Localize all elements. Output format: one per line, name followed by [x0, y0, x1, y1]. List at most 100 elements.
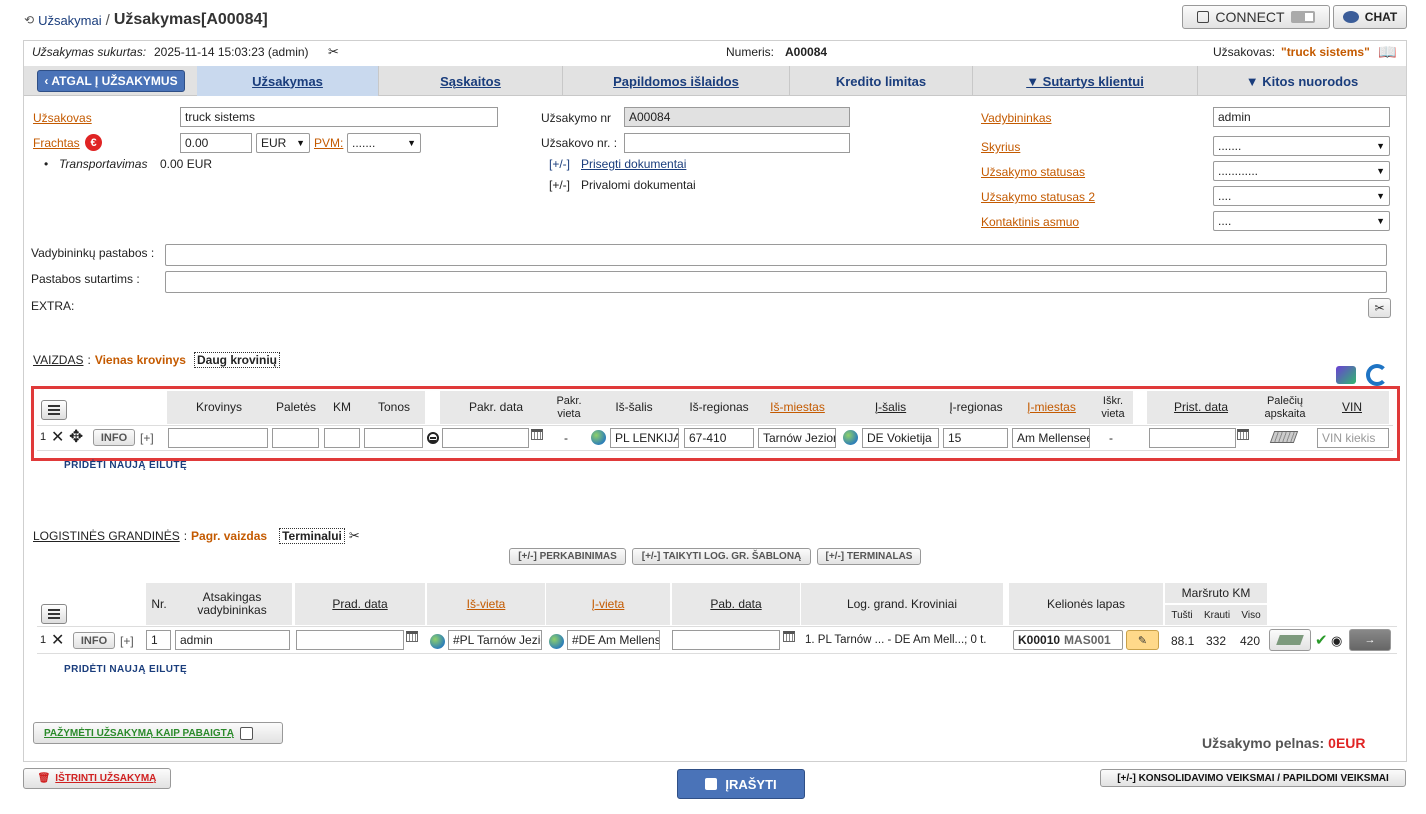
swirl-icon[interactable]: [1366, 364, 1388, 386]
load-date-input[interactable]: [442, 428, 529, 448]
tab-other-links[interactable]: ▼ Kitos nuorodos: [1198, 66, 1406, 96]
edit-trip-button[interactable]: ✎: [1126, 630, 1159, 650]
nr-input[interactable]: 1: [146, 630, 171, 650]
tab-invoices[interactable]: Sąskaitos: [379, 66, 563, 96]
row-info-button[interactable]: INFO: [73, 632, 115, 649]
apply-template-button[interactable]: [+/-] TAIKYTI LOG. GR. ŠABLONĄ: [632, 548, 811, 565]
status-label[interactable]: Užsakymo statusas: [981, 165, 1085, 179]
extra-tools-button[interactable]: ✂: [1368, 298, 1391, 318]
open-arrow-button[interactable]: →: [1349, 629, 1391, 651]
from-country-input[interactable]: PL LENKIJA: [610, 428, 679, 448]
cargo-menu-button[interactable]: [41, 400, 67, 420]
col-to-country[interactable]: Į-šalis: [839, 391, 942, 424]
truck-button[interactable]: [1269, 629, 1311, 651]
transshipment-button[interactable]: [+/-] PERKABINIMAS: [509, 548, 626, 565]
col-start-date[interactable]: Prad. data: [295, 583, 425, 625]
vin-input[interactable]: VIN kiekis: [1317, 428, 1389, 448]
eye-icon[interactable]: ◉: [1331, 633, 1342, 649]
terminal-button[interactable]: [+/-] TERMINALAS: [817, 548, 921, 565]
col-from-city[interactable]: Iš-miestas: [756, 391, 839, 424]
save-button[interactable]: ĮRAŠYTI: [677, 769, 805, 799]
customer-input[interactable]: truck sistems: [180, 107, 498, 127]
km-input[interactable]: [324, 428, 360, 448]
from-city-input[interactable]: Tarnów Jeziorny: [758, 428, 836, 448]
contract-notes-textarea[interactable]: [165, 271, 1387, 293]
view-single-link[interactable]: Vienas krovinys: [95, 353, 186, 367]
tab-order[interactable]: Užsakymas: [197, 66, 379, 96]
connect-button[interactable]: CONNECT: [1182, 5, 1330, 29]
vat-select[interactable]: ....... ▼: [347, 133, 421, 153]
status2-select[interactable]: .... ▼: [1213, 186, 1390, 206]
pallets-stack-icon[interactable]: [1269, 431, 1299, 443]
calendar-icon[interactable]: [531, 429, 543, 440]
manager-input[interactable]: admin: [175, 630, 290, 650]
contact-select[interactable]: .... ▼: [1213, 211, 1390, 231]
cargo-add-row-link[interactable]: PRIDĖTI NAUJĄ EILUTĘ: [64, 460, 187, 471]
pallets-input[interactable]: [272, 428, 319, 448]
required-docs-toggle[interactable]: [+/-]: [549, 178, 570, 192]
manager-notes-textarea[interactable]: [165, 244, 1387, 266]
puzzle-icon[interactable]: [1336, 366, 1356, 384]
to-place-input[interactable]: #DE Am Mellensee: [567, 630, 660, 650]
department-label[interactable]: Skyrius: [981, 140, 1020, 154]
freight-input[interactable]: 0.00: [180, 133, 252, 153]
customer-no-input[interactable]: [624, 133, 850, 153]
mark-complete-button[interactable]: PAŽYMĖTI UŽSAKYMĄ KAIP PABAIGTĄ: [33, 722, 283, 744]
to-country-input[interactable]: DE Vokietija: [862, 428, 939, 448]
tons-input[interactable]: [364, 428, 423, 448]
delete-row-icon[interactable]: ✕: [51, 630, 64, 650]
tab-credit-limit[interactable]: Kredito limitas: [790, 66, 973, 96]
col-to-city[interactable]: Į-miestas: [1010, 391, 1093, 424]
contact-label[interactable]: Kontaktinis asmuo: [981, 215, 1079, 229]
delete-row-icon[interactable]: ✕: [51, 427, 64, 447]
book-icon[interactable]: 📖: [1378, 43, 1397, 61]
trip-sheet-field[interactable]: K00010 MAS001: [1013, 630, 1123, 650]
col-delivery-date[interactable]: Prist. data: [1147, 391, 1255, 424]
row-add-button[interactable]: [+]: [120, 634, 134, 648]
logistics-menu-button[interactable]: [41, 604, 67, 624]
status2-label[interactable]: Užsakymo statusas 2: [981, 190, 1095, 204]
row-add-button[interactable]: [+]: [140, 431, 154, 445]
department-select[interactable]: ....... ▼: [1213, 136, 1390, 156]
logistics-terminal-link[interactable]: Terminalui: [279, 528, 345, 544]
from-place-input[interactable]: #PL Tarnów Jeziorny: [448, 630, 542, 650]
status-select[interactable]: ............ ▼: [1213, 161, 1390, 181]
tab-contracts[interactable]: ▼ Sutartys klientui: [973, 66, 1198, 96]
col-from-place[interactable]: Iš-vieta: [427, 583, 545, 625]
col-to-place[interactable]: Į-vieta: [546, 583, 670, 625]
delivery-date-input[interactable]: [1149, 428, 1236, 448]
calendar-icon[interactable]: [783, 631, 795, 642]
delete-order-button[interactable]: 🗑 IŠTRINTI UŽSAKYMĄ: [23, 768, 171, 789]
freight-label[interactable]: Frachtas: [33, 136, 80, 150]
consolidation-actions-button[interactable]: [+/-] KONSOLIDAVIMO VEIKSMAI / PAPILDOMI…: [1100, 769, 1406, 787]
row-info-button[interactable]: INFO: [93, 429, 135, 446]
connect-toggle[interactable]: [1290, 11, 1315, 23]
calendar-icon[interactable]: [406, 631, 418, 642]
cargo-input[interactable]: [168, 428, 268, 448]
logistics-basic-link[interactable]: Pagr. vaizdas: [191, 529, 267, 543]
attach-docs-toggle[interactable]: [+/-]: [549, 157, 570, 171]
move-row-icon[interactable]: ✥: [69, 427, 83, 447]
back-to-orders-button[interactable]: ‹ ATGAL Į UŽSAKYMUS: [37, 70, 185, 92]
col-end-date[interactable]: Pab. data: [672, 583, 800, 625]
to-city-input[interactable]: Am Mellensee: [1012, 428, 1090, 448]
currency-select[interactable]: EUR ▼: [256, 133, 310, 153]
manager-input[interactable]: admin: [1213, 107, 1390, 127]
to-region-input[interactable]: 15: [943, 428, 1008, 448]
tools-icon[interactable]: ✂: [328, 44, 339, 60]
logistics-add-row-link[interactable]: PRIDĖTI NAUJĄ EILUTĘ: [64, 664, 187, 675]
tools-icon[interactable]: ✂: [349, 528, 360, 544]
vat-label[interactable]: PVM:: [314, 136, 343, 150]
chat-button[interactable]: CHAT: [1333, 5, 1407, 29]
from-region-input[interactable]: 67-410: [684, 428, 754, 448]
customer-label[interactable]: Užsakovas: [33, 111, 92, 125]
end-date-input[interactable]: [672, 630, 780, 650]
breadcrumb-orders-link[interactable]: Užsakymai: [38, 13, 102, 28]
manager-label[interactable]: Vadybininkas: [981, 111, 1052, 125]
tab-additional-costs[interactable]: Papildomos išlaidos: [563, 66, 790, 96]
calendar-icon[interactable]: [1237, 429, 1249, 440]
attach-docs-link[interactable]: Prisegti dokumentai: [581, 157, 686, 171]
complete-checkbox[interactable]: [240, 726, 254, 740]
view-multi-link[interactable]: Daug krovinių: [193, 352, 280, 368]
col-vin[interactable]: VIN: [1315, 391, 1389, 424]
